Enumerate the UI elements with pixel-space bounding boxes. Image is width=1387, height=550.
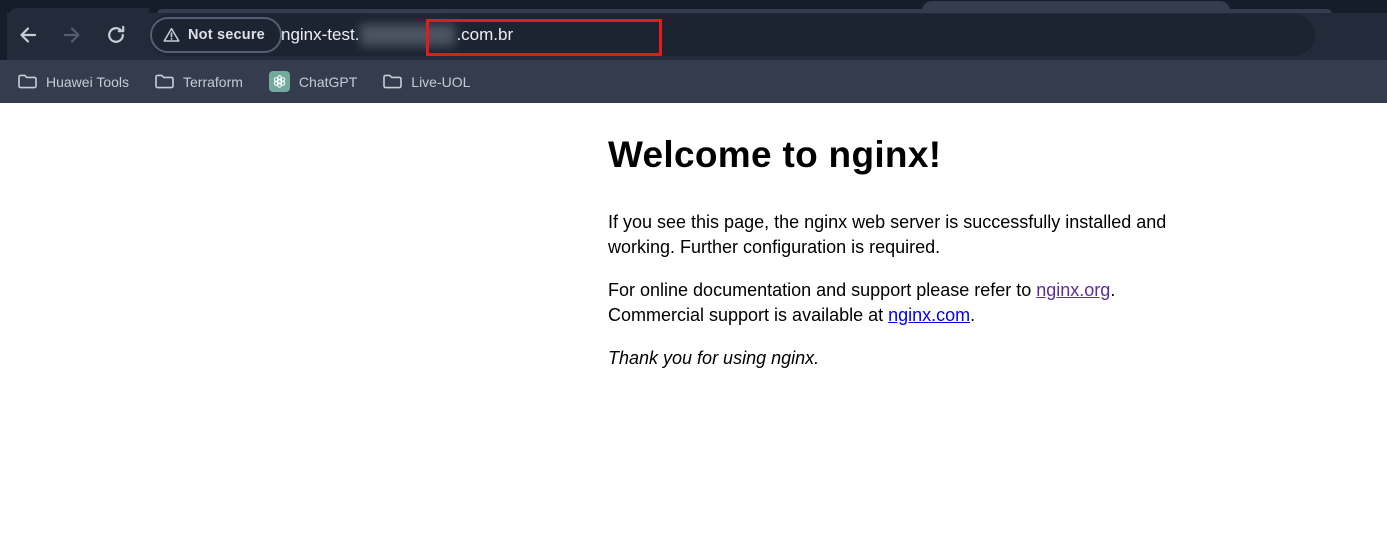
folder-icon — [383, 74, 402, 89]
url-prefix: nginx-test. — [281, 25, 359, 45]
browser-window: Not secure nginx-test. .com.br Huawei To… — [0, 0, 1387, 550]
security-chip[interactable]: Not secure — [150, 17, 282, 53]
nginx-welcome-content: Welcome to nginx! If you see this page, … — [608, 134, 1166, 371]
bookmark-label: Live-UOL — [411, 74, 470, 90]
bookmarks-bar: Huawei Tools Terraform — [0, 60, 1387, 103]
bookmark-chatgpt[interactable]: ChatGPT — [269, 71, 357, 92]
folder-icon — [155, 74, 174, 89]
intro-paragraph: If you see this page, the nginx web serv… — [608, 210, 1166, 260]
bookmark-folder-terraform[interactable]: Terraform — [155, 74, 243, 90]
page-title: Welcome to nginx! — [608, 134, 1166, 176]
warning-triangle-icon — [163, 27, 180, 43]
bookmark-folder-live-uol[interactable]: Live-UOL — [383, 74, 470, 90]
back-arrow-icon — [18, 25, 38, 50]
closing-line: Thank you for using nginx. — [608, 346, 1166, 371]
annotation-red-box — [426, 19, 662, 56]
forward-arrow-icon — [62, 25, 82, 50]
reload-button[interactable] — [101, 22, 131, 52]
bookmark-label: Huawei Tools — [46, 74, 129, 90]
folder-icon — [18, 74, 37, 89]
back-button[interactable] — [13, 22, 43, 52]
browser-toolbar: Not secure nginx-test. .com.br — [0, 13, 1387, 60]
nginx-com-link[interactable]: nginx.com — [888, 305, 970, 325]
support-paragraph: For online documentation and support ple… — [608, 278, 1166, 328]
security-chip-label: Not secure — [188, 27, 265, 43]
bookmark-folder-huawei-tools[interactable]: Huawei Tools — [18, 74, 129, 90]
page-viewport: Welcome to nginx! If you see this page, … — [0, 103, 1387, 550]
tab-strip — [0, 0, 1387, 13]
toolbar-corner — [8, 8, 149, 18]
bookmark-label: Terraform — [183, 74, 243, 90]
nginx-org-link[interactable]: nginx.org — [1036, 280, 1110, 300]
reload-icon — [106, 25, 126, 50]
bookmark-label: ChatGPT — [299, 74, 357, 90]
address-bar[interactable]: Not secure nginx-test. .com.br — [149, 14, 1315, 56]
forward-button[interactable] — [57, 22, 87, 52]
chatgpt-icon — [269, 71, 290, 92]
